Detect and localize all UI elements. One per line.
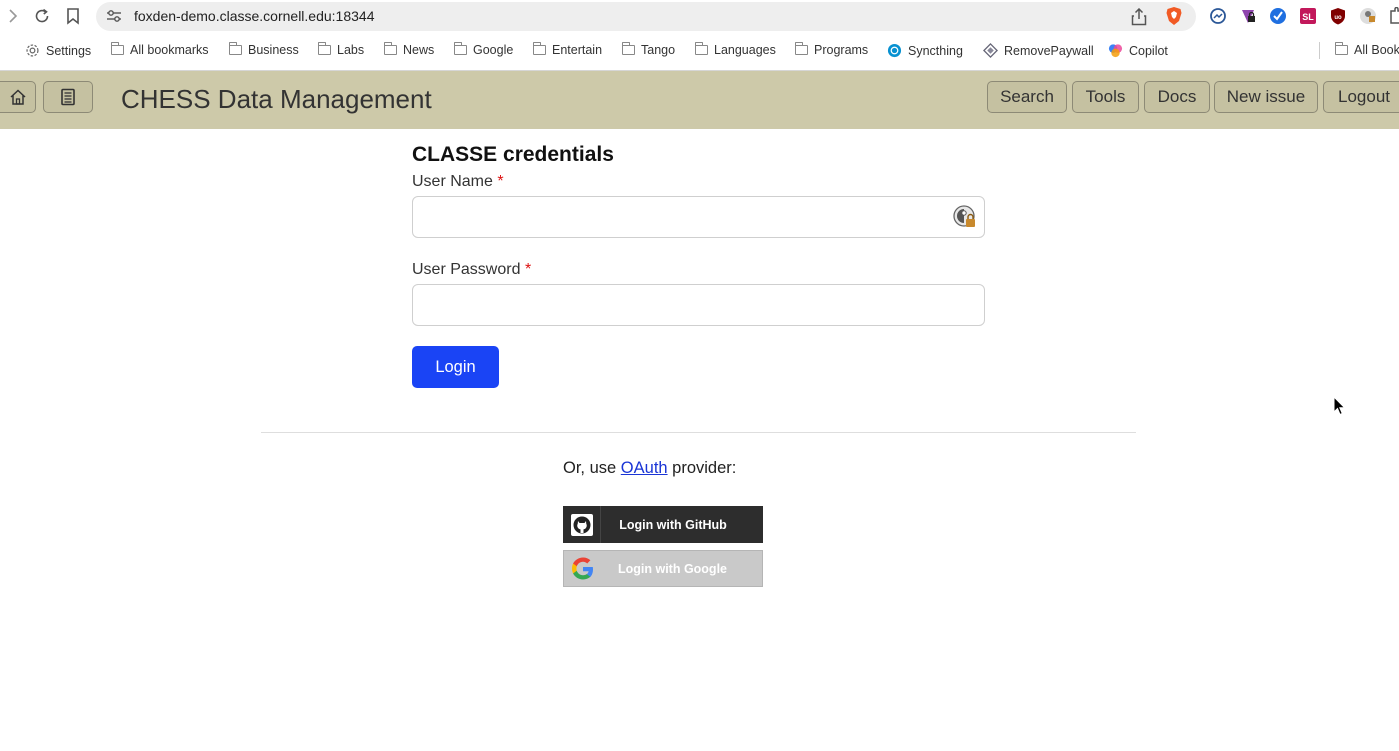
folder-icon xyxy=(318,42,331,55)
bookmark-syncthing[interactable]: Syncthing xyxy=(887,43,963,58)
copilot-icon xyxy=(1108,44,1123,58)
docs-button[interactable]: Docs xyxy=(1144,81,1210,113)
bookmark-labs[interactable]: Labs xyxy=(318,42,364,57)
browser-toolbar: foxden-demo.classe.cornell.edu:18344 SL … xyxy=(0,0,1399,33)
sl-extension-icon[interactable]: SL xyxy=(1298,6,1318,26)
password-input[interactable] xyxy=(412,284,985,326)
gear-icon xyxy=(26,44,39,57)
bookmark-google[interactable]: Google xyxy=(454,42,513,57)
url-text[interactable]: foxden-demo.classe.cornell.edu:18344 xyxy=(134,8,375,24)
password-label: User Password * xyxy=(412,261,532,278)
folder-icon xyxy=(622,42,635,55)
bookmark-all-bookmarks[interactable]: All bookmarks xyxy=(111,42,209,57)
username-input[interactable] xyxy=(412,196,985,238)
folder-icon xyxy=(454,42,467,55)
profile-extension-icon[interactable] xyxy=(1358,6,1378,26)
required-marker: * xyxy=(524,261,532,278)
folder-icon xyxy=(111,42,124,55)
bookmark-business[interactable]: Business xyxy=(229,42,299,57)
bookmark-languages[interactable]: Languages xyxy=(695,42,776,57)
tools-button[interactable]: Tools xyxy=(1072,81,1139,113)
site-settings-icon[interactable] xyxy=(106,9,122,28)
form-title: CLASSE credentials xyxy=(412,143,614,166)
removepaywall-icon xyxy=(983,43,998,58)
forward-icon[interactable] xyxy=(2,5,24,27)
folder-icon xyxy=(695,42,708,55)
username-label: User Name * xyxy=(412,173,504,190)
bookmark-tango[interactable]: Tango xyxy=(622,42,675,57)
messenger-extension-icon[interactable] xyxy=(1208,6,1228,26)
search-button[interactable]: Search xyxy=(987,81,1067,113)
oauth-link[interactable]: OAuth xyxy=(621,459,668,477)
svg-text:SL: SL xyxy=(1302,12,1314,22)
google-login-label: Login with Google xyxy=(617,561,727,576)
logout-button[interactable]: Logout xyxy=(1323,81,1399,113)
address-bar[interactable]: foxden-demo.classe.cornell.edu:18344 xyxy=(96,2,1196,31)
github-login-button[interactable]: Login with GitHub xyxy=(563,506,763,543)
bookmark-settings[interactable]: Settings xyxy=(25,43,91,58)
github-icon xyxy=(563,506,601,543)
bookmark-programs[interactable]: Programs xyxy=(795,42,868,57)
password-manager-icon[interactable] xyxy=(953,205,977,229)
brave-shield-icon[interactable] xyxy=(1165,6,1183,31)
home-button[interactable] xyxy=(0,81,36,113)
reload-icon[interactable] xyxy=(31,5,53,27)
bookmark-icon[interactable] xyxy=(62,5,84,27)
login-button[interactable]: Login xyxy=(412,346,499,388)
folder-icon xyxy=(1335,42,1348,55)
extensions-icon[interactable] xyxy=(1386,6,1399,26)
check-extension-icon[interactable] xyxy=(1268,6,1288,26)
folder-icon xyxy=(229,42,242,55)
oauth-prompt: Or, use OAuth provider: xyxy=(563,459,737,477)
notebook-button[interactable] xyxy=(43,81,93,113)
app-title: CHESS Data Management xyxy=(121,84,432,114)
google-login-button[interactable]: Login with Google xyxy=(563,550,763,587)
syncthing-icon xyxy=(887,43,902,58)
bookmarks-bar: Settings All bookmarks Business Labs New… xyxy=(0,37,1399,65)
share-icon[interactable] xyxy=(1131,7,1147,31)
ublock-extension-icon[interactable]: uo xyxy=(1328,6,1348,26)
bookmark-removepaywall[interactable]: RemovePaywall xyxy=(983,43,1094,58)
bookmark-copilot[interactable]: Copilot xyxy=(1108,43,1168,58)
required-marker: * xyxy=(497,173,504,190)
folder-icon xyxy=(795,42,808,55)
svg-text:uo: uo xyxy=(1334,15,1342,21)
home-icon xyxy=(10,89,26,105)
google-icon xyxy=(564,550,601,587)
folder-icon xyxy=(384,42,397,55)
lock-extension-icon[interactable] xyxy=(1238,6,1258,26)
notebook-icon xyxy=(61,88,75,106)
bookmark-news[interactable]: News xyxy=(384,42,434,57)
bookmarks-separator xyxy=(1319,42,1320,59)
folder-icon xyxy=(533,42,546,55)
new-issue-button[interactable]: New issue xyxy=(1214,81,1318,113)
bookmark-entertain[interactable]: Entertain xyxy=(533,42,602,57)
mouse-cursor-icon xyxy=(1333,395,1347,416)
github-login-label: Login with GitHub xyxy=(619,517,727,532)
section-divider xyxy=(261,432,1136,433)
app-header: CHESS Data Management Search Tools Docs … xyxy=(0,71,1399,129)
bookmark-other-bookmarks[interactable]: All Book xyxy=(1335,42,1399,57)
